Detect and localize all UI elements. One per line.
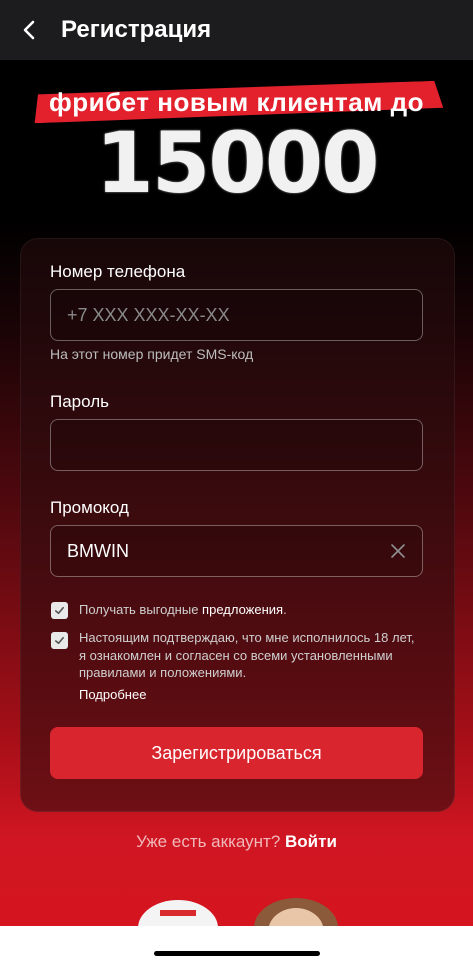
- bottom-safe-area: [0, 926, 473, 967]
- password-label: Пароль: [50, 392, 109, 411]
- promo-amount: 15000: [95, 114, 379, 212]
- page-title: Регистрация: [61, 16, 212, 43]
- promocode-field-container: [50, 525, 423, 577]
- terms-checkbox[interactable]: [51, 632, 68, 649]
- offers-checkbox-label: Получать выгодные предложения.: [79, 601, 419, 619]
- offers-checkbox[interactable]: [51, 602, 68, 619]
- offers-link[interactable]: предложения: [202, 602, 283, 617]
- register-button[interactable]: Зарегистрироваться: [50, 727, 423, 779]
- login-question: Уже есть аккаунт?: [136, 832, 281, 851]
- phone-input[interactable]: [51, 290, 422, 340]
- offers-suffix: .: [283, 602, 287, 617]
- phone-field-container: [50, 289, 423, 341]
- checkmark-icon: [55, 636, 64, 645]
- offers-text: Получать выгодные: [79, 602, 199, 617]
- promocode-label: Промокод: [50, 498, 129, 517]
- password-input[interactable]: [51, 420, 422, 470]
- checkmark-icon: [55, 606, 64, 615]
- promo-people-image: [138, 898, 338, 930]
- login-row: Уже есть аккаунт? Войти: [0, 832, 473, 852]
- terms-checkbox-label: Настоящим подтверждаю, что мне исполнило…: [79, 630, 415, 680]
- login-link[interactable]: Войти: [285, 832, 337, 851]
- password-field-container: [50, 419, 423, 471]
- home-indicator: [154, 951, 320, 956]
- chevron-left-icon[interactable]: [18, 18, 42, 42]
- top-bar: Регистрация: [0, 0, 473, 60]
- phone-hint: На этот номер придет SMS-код: [50, 346, 254, 362]
- more-details-link[interactable]: Подробнее: [79, 687, 146, 702]
- close-icon[interactable]: [388, 541, 408, 561]
- promocode-input[interactable]: [51, 526, 422, 576]
- phone-label: Номер телефона: [50, 262, 186, 281]
